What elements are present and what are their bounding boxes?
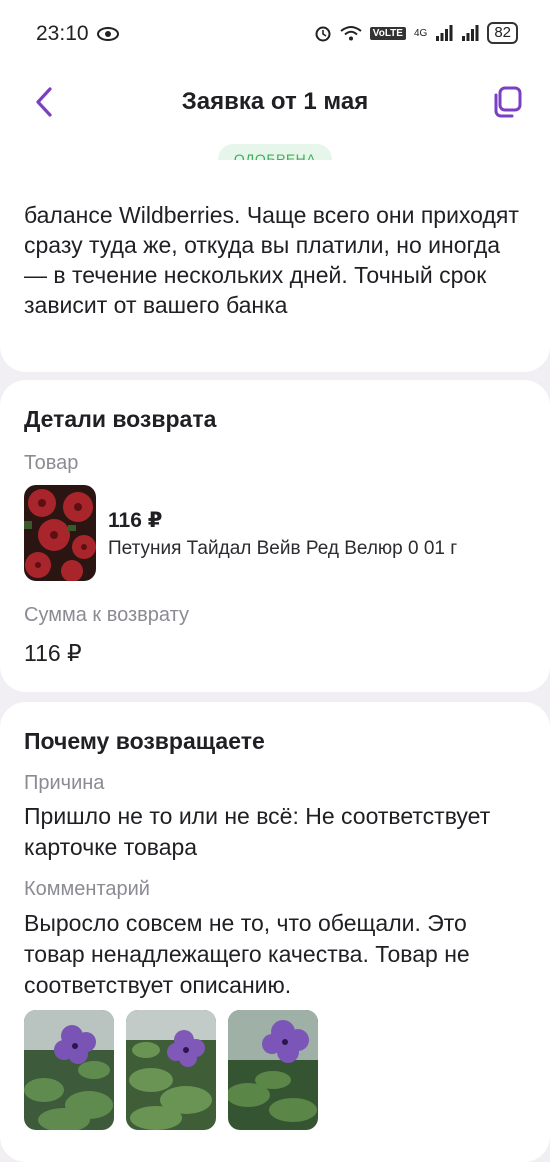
status-icons: VoLTE 4G 82 — [314, 22, 518, 44]
battery-indicator: 82 — [487, 22, 518, 44]
page-title: Заявка от 1 мая — [181, 88, 369, 115]
product-price: 116 ₽ — [108, 509, 163, 532]
reason-title: Почему возвращаете — [24, 728, 265, 754]
comment-value: Выросло совсем не то, что обещали. Это т… — [24, 910, 470, 998]
details-title: Детали возврата — [24, 406, 217, 432]
clock: 23:10 — [36, 22, 89, 45]
refund-info-text: балансе Wildberries. Чаще всего они прих… — [24, 202, 519, 318]
photo-thumbnail[interactable] — [228, 1010, 318, 1130]
eye-icon — [96, 27, 119, 41]
photo-thumbnail[interactable] — [24, 1010, 114, 1130]
return-reason-card: Почему возвращаете Причина Пришло не то … — [0, 702, 550, 1162]
refund-info-card: балансе Wildberries. Чаще всего они прих… — [0, 160, 550, 372]
copy-icon — [494, 86, 522, 118]
copy-button[interactable] — [490, 84, 524, 120]
refund-details-card: Детали возврата Товар 116 ₽ Петуния Тайд… — [0, 380, 550, 692]
volte-badge: VoLTE — [369, 26, 406, 40]
status-bar: 23:10 VoLTE 4G 82 — [0, 0, 550, 68]
product-name[interactable]: Петуния Тайдал Вейв Ред Велюр 0 01 г — [108, 538, 550, 560]
comment-label: Комментарий — [24, 878, 150, 900]
reason-label: Причина — [24, 772, 105, 794]
reason-value: Пришло не то или не всё: Не соответствуе… — [24, 803, 491, 860]
alarm-icon — [315, 26, 331, 42]
amount-label: Сумма к возврату — [24, 604, 189, 626]
signal-icon — [436, 25, 453, 41]
photo-gallery — [24, 1010, 318, 1130]
signal-icon-2 — [462, 25, 479, 41]
photo-thumbnail[interactable] — [126, 1010, 216, 1130]
wifi-icon — [340, 26, 362, 41]
product-image[interactable] — [24, 485, 96, 581]
network-type: 4G — [413, 27, 428, 39]
amount-value: 116 ₽ — [24, 640, 82, 666]
product-label: Товар — [24, 452, 79, 474]
status-time: 23:10 — [36, 22, 119, 46]
